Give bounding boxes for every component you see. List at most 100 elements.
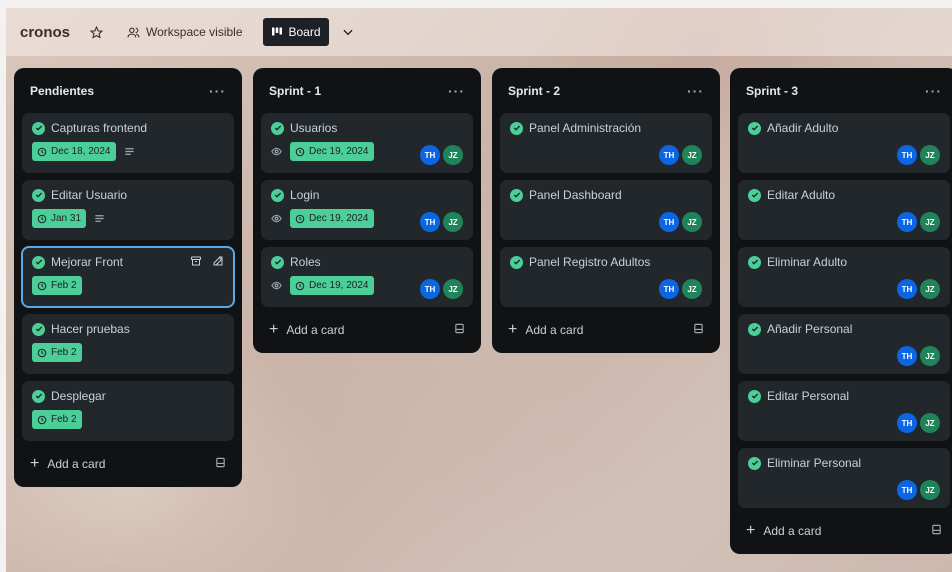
- add-card-button[interactable]: + Add a card: [261, 315, 473, 345]
- due-date-badge[interactable]: Dec 19, 2024: [290, 209, 374, 228]
- due-date-text: Dec 19, 2024: [309, 280, 369, 291]
- add-card-button[interactable]: + Add a card: [22, 449, 234, 479]
- card[interactable]: Capturas frontend Dec 18, 2024: [22, 113, 234, 173]
- board-header: cronos Workspace visible Board: [6, 8, 952, 56]
- avatar[interactable]: JZ: [920, 413, 940, 433]
- avatar[interactable]: TH: [659, 279, 679, 299]
- avatar[interactable]: TH: [659, 212, 679, 232]
- complete-check-icon[interactable]: [271, 255, 284, 269]
- card[interactable]: Añadir Adulto TH JZ: [738, 113, 950, 173]
- card[interactable]: Añadir Personal TH JZ: [738, 314, 950, 374]
- list-menu-icon[interactable]: ···: [448, 83, 465, 99]
- card[interactable]: Roles Dec 19, 2024 TH JZ: [261, 247, 473, 307]
- avatar[interactable]: JZ: [682, 279, 702, 299]
- template-icon[interactable]: [215, 457, 226, 471]
- due-date-text: Dec 19, 2024: [309, 146, 369, 157]
- list-header[interactable]: Sprint - 3 ···: [738, 76, 950, 106]
- avatar[interactable]: JZ: [920, 346, 940, 366]
- list-header[interactable]: Sprint - 1 ···: [261, 76, 473, 106]
- due-date-badge[interactable]: Dec 19, 2024: [290, 276, 374, 295]
- card[interactable]: Editar Adulto TH JZ: [738, 180, 950, 240]
- list-menu-icon[interactable]: ···: [687, 83, 704, 99]
- complete-check-icon[interactable]: [271, 188, 284, 202]
- list-header[interactable]: Pendientes ···: [22, 76, 234, 106]
- card[interactable]: Panel Dashboard TH JZ: [500, 180, 712, 240]
- watch-eye-icon: [271, 146, 282, 157]
- complete-check-icon[interactable]: [748, 188, 761, 202]
- card[interactable]: Eliminar Adulto TH JZ: [738, 247, 950, 307]
- template-icon[interactable]: [454, 323, 465, 337]
- avatar[interactable]: TH: [420, 279, 440, 299]
- card[interactable]: Editar Usuario Jan 31: [22, 180, 234, 240]
- edit-icon[interactable]: [212, 255, 224, 267]
- avatar[interactable]: JZ: [920, 145, 940, 165]
- card[interactable]: Eliminar Personal TH JZ: [738, 448, 950, 508]
- complete-check-icon[interactable]: [510, 121, 523, 135]
- star-button[interactable]: [84, 18, 115, 46]
- avatar[interactable]: TH: [897, 346, 917, 366]
- avatar[interactable]: JZ: [443, 212, 463, 232]
- card-title: Roles: [290, 255, 321, 269]
- due-date-badge[interactable]: Feb 2: [32, 410, 82, 429]
- board-view-button[interactable]: Board: [262, 18, 329, 46]
- complete-check-icon[interactable]: [271, 121, 284, 135]
- complete-check-icon[interactable]: [748, 322, 761, 336]
- clock-icon: [295, 281, 305, 290]
- template-icon[interactable]: [931, 524, 942, 538]
- avatar[interactable]: TH: [897, 279, 917, 299]
- complete-check-icon[interactable]: [32, 255, 45, 269]
- avatar[interactable]: TH: [420, 212, 440, 232]
- clock-icon: [37, 281, 47, 290]
- template-icon[interactable]: [693, 323, 704, 337]
- card[interactable]: Desplegar Feb 2: [22, 381, 234, 441]
- avatar[interactable]: JZ: [920, 480, 940, 500]
- list-menu-icon[interactable]: ···: [209, 83, 226, 99]
- card[interactable]: Hacer pruebas Feb 2: [22, 314, 234, 374]
- complete-check-icon[interactable]: [748, 456, 761, 470]
- due-date-badge[interactable]: Dec 19, 2024: [290, 142, 374, 161]
- complete-check-icon[interactable]: [32, 121, 45, 135]
- add-card-button[interactable]: + Add a card: [500, 315, 712, 345]
- avatar[interactable]: JZ: [443, 145, 463, 165]
- complete-check-icon[interactable]: [748, 389, 761, 403]
- avatar[interactable]: JZ: [920, 279, 940, 299]
- card[interactable]: Editar Personal TH JZ: [738, 381, 950, 441]
- due-date-badge[interactable]: Feb 2: [32, 343, 82, 362]
- avatar[interactable]: TH: [897, 145, 917, 165]
- add-card-label: Add a card: [47, 457, 106, 471]
- avatar[interactable]: TH: [897, 212, 917, 232]
- description-icon: [124, 146, 135, 157]
- complete-check-icon[interactable]: [32, 322, 45, 336]
- complete-check-icon[interactable]: [748, 121, 761, 135]
- due-date-badge[interactable]: Jan 31: [32, 209, 87, 228]
- board-name[interactable]: cronos: [20, 24, 70, 41]
- avatar[interactable]: TH: [897, 480, 917, 500]
- card[interactable]: Panel Registro Adultos TH JZ: [500, 247, 712, 307]
- card[interactable]: Panel Administración TH JZ: [500, 113, 712, 173]
- view-switcher-button[interactable]: [337, 18, 359, 46]
- avatar[interactable]: TH: [659, 145, 679, 165]
- card[interactable]: Login Dec 19, 2024 TH JZ: [261, 180, 473, 240]
- due-date-badge[interactable]: Feb 2: [32, 276, 82, 295]
- archive-icon[interactable]: [190, 255, 202, 267]
- avatar[interactable]: TH: [420, 145, 440, 165]
- complete-check-icon[interactable]: [32, 188, 45, 202]
- add-card-button[interactable]: + Add a card: [738, 516, 950, 546]
- card[interactable]: Usuarios Dec 19, 2024 TH JZ: [261, 113, 473, 173]
- avatar[interactable]: JZ: [443, 279, 463, 299]
- avatar[interactable]: JZ: [682, 212, 702, 232]
- complete-check-icon[interactable]: [510, 255, 523, 269]
- card-title: Editar Adulto: [767, 188, 836, 202]
- avatar[interactable]: JZ: [682, 145, 702, 165]
- complete-check-icon[interactable]: [748, 255, 761, 269]
- complete-check-icon[interactable]: [510, 188, 523, 202]
- list-menu-icon[interactable]: ···: [925, 83, 942, 99]
- avatar[interactable]: JZ: [920, 212, 940, 232]
- card-selected[interactable]: Mejorar Front Feb 2: [21, 246, 235, 308]
- list-header[interactable]: Sprint - 2 ···: [500, 76, 712, 106]
- visibility-button[interactable]: Workspace visible: [121, 18, 248, 46]
- complete-check-icon[interactable]: [32, 389, 45, 403]
- card-title: Editar Usuario: [51, 188, 128, 202]
- due-date-badge[interactable]: Dec 18, 2024: [32, 142, 116, 161]
- avatar[interactable]: TH: [897, 413, 917, 433]
